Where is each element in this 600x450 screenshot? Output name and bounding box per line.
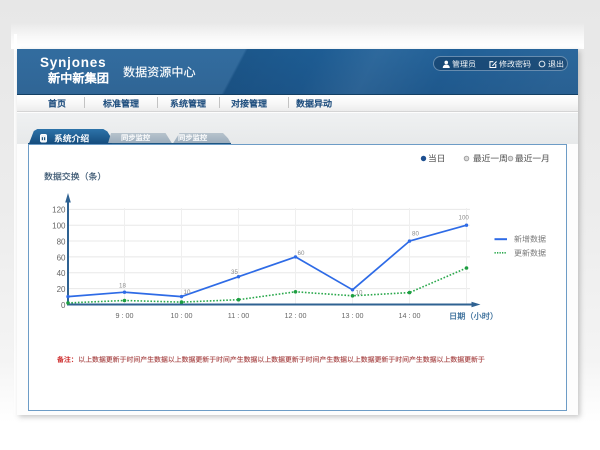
svg-text:0: 0 xyxy=(61,301,66,310)
svg-text:80: 80 xyxy=(57,237,66,246)
svg-text:11 : 00: 11 : 00 xyxy=(228,311,249,320)
svg-text:10: 10 xyxy=(356,290,363,297)
svg-text:35: 35 xyxy=(231,269,238,276)
svg-text:120: 120 xyxy=(52,206,66,215)
svg-text:10 : 00: 10 : 00 xyxy=(171,311,193,320)
svg-text:13 : 00: 13 : 00 xyxy=(342,311,364,320)
svg-text:40: 40 xyxy=(57,269,66,278)
svg-text:12 : 00: 12 : 00 xyxy=(285,311,307,320)
svg-text:14 : 00: 14 : 00 xyxy=(399,311,421,320)
svg-text:60: 60 xyxy=(298,250,305,257)
svg-text:80: 80 xyxy=(412,230,419,237)
svg-text:100: 100 xyxy=(459,215,470,222)
svg-text:9 : 00: 9 : 00 xyxy=(116,311,134,320)
svg-text:60: 60 xyxy=(57,253,66,262)
svg-text:100: 100 xyxy=(52,222,66,231)
svg-text:18: 18 xyxy=(119,283,126,290)
svg-text:20: 20 xyxy=(57,285,66,294)
svg-text:10: 10 xyxy=(184,289,191,296)
